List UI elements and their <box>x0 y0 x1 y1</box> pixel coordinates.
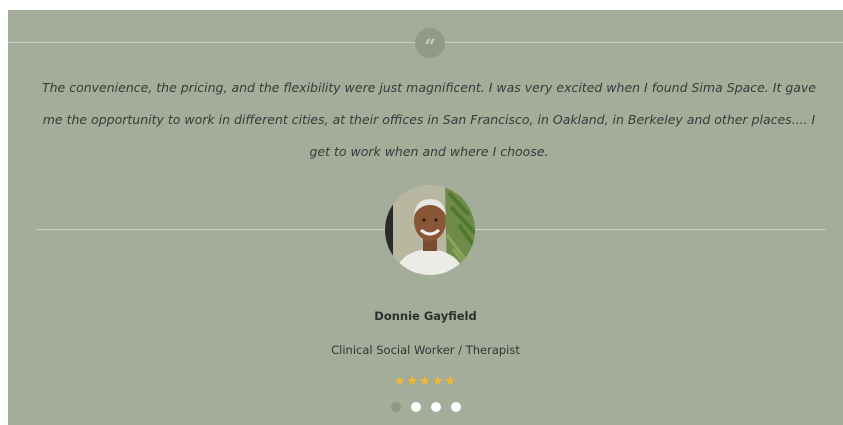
star-icon: ★ <box>406 373 420 388</box>
person-role: Clinical Social Worker / Therapist <box>331 343 520 357</box>
carousel-dot[interactable] <box>450 402 461 412</box>
carousel-pagination <box>8 399 843 417</box>
person-name: Donnie Gayfield <box>374 309 477 323</box>
avatar <box>385 185 475 275</box>
carousel-dot[interactable] <box>390 402 401 412</box>
star-icon: ★ <box>393 373 407 388</box>
testimonial-quote: The convenience, the pricing, and the fl… <box>41 80 817 159</box>
testimonial-section: “ The convenience, the pricing, and the … <box>8 10 843 425</box>
star-icon: ★ <box>444 373 458 388</box>
carousel-dot[interactable] <box>430 402 441 412</box>
rating-stars: ★★★★★ <box>8 373 843 389</box>
carousel-dot[interactable] <box>410 402 421 412</box>
quote-icon: “ <box>415 28 445 58</box>
star-icon: ★ <box>431 373 445 388</box>
person-photo-icon <box>385 185 475 275</box>
star-icon: ★ <box>419 373 432 388</box>
